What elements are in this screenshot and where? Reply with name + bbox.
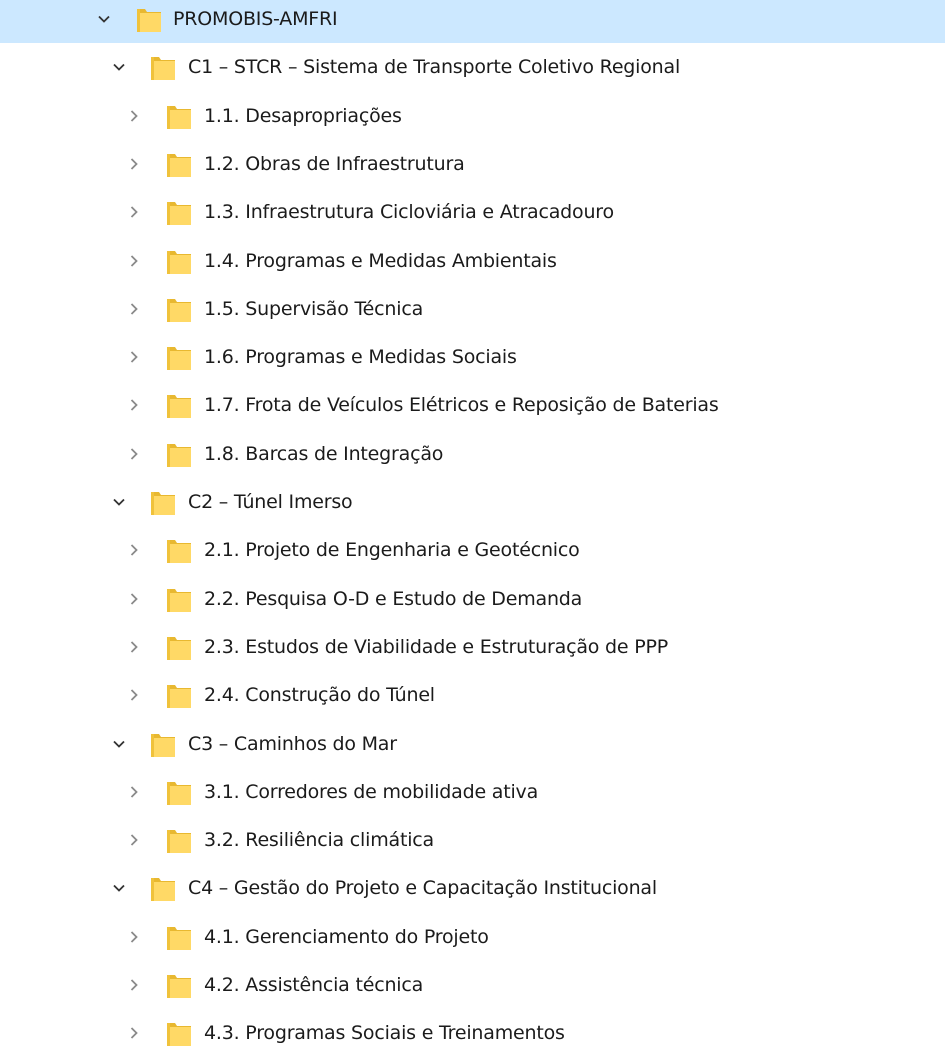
tree-item-component[interactable]: C1 – STCR – Sistema de Transporte Coleti… — [0, 43, 945, 91]
folder-icon — [166, 634, 192, 661]
tree-item-subfolder[interactable]: 1.4. Programas e Medidas Ambientais — [0, 237, 945, 285]
chevron-down-icon[interactable] — [107, 43, 131, 91]
tree-item-subfolder[interactable]: 1.6. Programas e Medidas Sociais — [0, 333, 945, 381]
chevron-right-icon[interactable] — [122, 671, 146, 719]
chevron-down-icon[interactable] — [107, 864, 131, 912]
tree-item-label: PROMOBIS-AMFRI — [173, 8, 338, 30]
folder-icon — [166, 151, 192, 178]
tree-item-subfolder[interactable]: 3.1. Corredores de mobilidade ativa — [0, 768, 945, 816]
chevron-right-icon[interactable] — [122, 623, 146, 671]
tree-item-root[interactable]: PROMOBIS-AMFRI — [0, 0, 945, 43]
tree-item-component[interactable]: C3 – Caminhos do Mar — [0, 720, 945, 768]
chevron-right-icon[interactable] — [122, 140, 146, 188]
tree-item-label: 4.2. Assistência técnica — [204, 974, 424, 996]
tree-item-label: 2.4. Construção do Túnel — [204, 684, 435, 707]
chevron-right-icon[interactable] — [122, 913, 146, 961]
folder-icon — [166, 199, 192, 226]
tree-item-subfolder[interactable]: 3.2. Resiliência climática — [0, 816, 945, 864]
chevron-right-icon[interactable] — [122, 188, 146, 236]
tree-item-label: 1.6. Programas e Medidas Sociais — [204, 346, 517, 369]
folder-icon — [166, 586, 192, 613]
chevron-down-icon[interactable] — [107, 720, 131, 768]
chevron-right-icon[interactable] — [122, 526, 146, 574]
tree-item-subfolder[interactable]: 4.2. Assistência técnica — [0, 961, 945, 1009]
tree-item-subfolder[interactable]: 4.1. Gerenciamento do Projeto — [0, 913, 945, 961]
folder-icon — [166, 537, 192, 564]
folder-icon — [166, 392, 192, 419]
tree-item-label: C1 – STCR – Sistema de Transporte Coleti… — [188, 56, 681, 79]
tree-item-label: 2.1. Projeto de Engenharia e Geotécnico — [204, 539, 580, 562]
tree-item-subfolder[interactable]: 1.3. Infraestrutura Cicloviária e Atraca… — [0, 188, 945, 236]
tree-item-component[interactable]: C2 – Túnel Imerso — [0, 478, 945, 526]
folder-icon — [166, 441, 192, 468]
tree-item-subfolder[interactable]: 2.1. Projeto de Engenharia e Geotécnico — [0, 526, 945, 574]
chevron-right-icon[interactable] — [122, 961, 146, 1009]
folder-icon — [150, 731, 176, 758]
folder-icon — [150, 54, 176, 81]
chevron-right-icon[interactable] — [122, 768, 146, 816]
chevron-right-icon[interactable] — [122, 92, 146, 140]
tree-item-label: 1.5. Supervisão Técnica — [204, 297, 424, 320]
tree-item-label: C4 – Gestão do Projeto e Capacitação Ins… — [188, 877, 657, 900]
tree-item-label: C3 – Caminhos do Mar — [188, 732, 397, 755]
folder-icon — [150, 489, 176, 516]
chevron-right-icon[interactable] — [122, 1009, 146, 1057]
chevron-right-icon[interactable] — [122, 381, 146, 429]
tree-item-label: C2 – Túnel Imerso — [188, 491, 353, 513]
tree-item-label: 3.2. Resiliência climática — [204, 829, 434, 852]
folder-icon — [166, 1020, 192, 1047]
tree-item-subfolder[interactable]: 2.4. Construção do Túnel — [0, 671, 945, 719]
tree-item-label: 1.8. Barcas de Integração — [204, 442, 444, 465]
tree-item-label: 1.3. Infraestrutura Cicloviária e Atraca… — [204, 201, 614, 224]
tree-item-subfolder[interactable]: 2.3. Estudos de Viabilidade e Estruturaç… — [0, 623, 945, 671]
chevron-right-icon[interactable] — [122, 575, 146, 623]
chevron-down-icon[interactable] — [107, 478, 131, 526]
chevron-right-icon[interactable] — [122, 333, 146, 381]
tree-item-label: 1.4. Programas e Medidas Ambientais — [204, 249, 557, 272]
folder-icon — [136, 6, 162, 33]
tree-item-label: 4.3. Programas Sociais e Treinamentos — [204, 1022, 565, 1045]
chevron-right-icon[interactable] — [122, 237, 146, 285]
folder-icon — [166, 972, 192, 999]
folder-tree: PROMOBIS-AMFRI C1 – STCR – Sistema de Tra… — [0, 0, 945, 1054]
folder-icon — [166, 296, 192, 323]
folder-icon — [150, 875, 176, 902]
tree-item-subfolder[interactable]: 1.8. Barcas de Integração — [0, 430, 945, 478]
tree-item-label: 3.1. Corredores de mobilidade ativa — [204, 780, 539, 803]
folder-icon — [166, 779, 192, 806]
folder-icon — [166, 682, 192, 709]
folder-icon — [166, 827, 192, 854]
folder-icon — [166, 344, 192, 371]
folder-icon — [166, 248, 192, 275]
tree-item-subfolder[interactable]: 1.1. Desapropriações — [0, 92, 945, 140]
tree-item-label: 2.3. Estudos de Viabilidade e Estruturaç… — [204, 635, 668, 658]
tree-item-component[interactable]: C4 – Gestão do Projeto e Capacitação Ins… — [0, 864, 945, 912]
folder-icon — [166, 924, 192, 951]
tree-item-label: 4.1. Gerenciamento do Projeto — [204, 925, 489, 948]
tree-item-label: 2.2. Pesquisa O-D e Estudo de Demanda — [204, 587, 583, 610]
tree-item-subfolder[interactable]: 1.7. Frota de Veículos Elétricos e Repos… — [0, 381, 945, 429]
chevron-down-icon[interactable] — [92, 0, 116, 43]
tree-item-label: 1.1. Desapropriações — [204, 104, 402, 127]
tree-item-subfolder[interactable]: 1.2. Obras de Infraestrutura — [0, 140, 945, 188]
tree-item-subfolder[interactable]: 1.5. Supervisão Técnica — [0, 285, 945, 333]
tree-item-label: 1.2. Obras de Infraestrutura — [204, 152, 465, 175]
chevron-right-icon[interactable] — [122, 816, 146, 864]
tree-item-subfolder[interactable]: 2.2. Pesquisa O-D e Estudo de Demanda — [0, 575, 945, 623]
tree-item-label: 1.7. Frota de Veículos Elétricos e Repos… — [204, 394, 719, 417]
chevron-right-icon[interactable] — [122, 430, 146, 478]
chevron-right-icon[interactable] — [122, 285, 146, 333]
folder-icon — [166, 103, 192, 130]
tree-item-subfolder[interactable]: 4.3. Programas Sociais e Treinamentos — [0, 1009, 945, 1057]
